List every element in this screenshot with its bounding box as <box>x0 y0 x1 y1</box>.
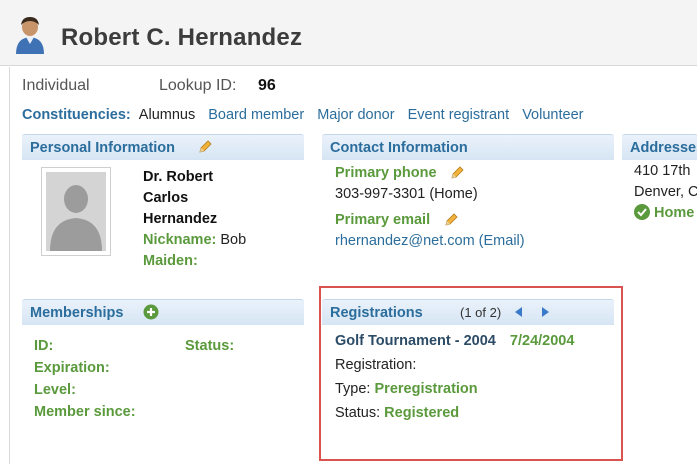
address-line-2: Denver, C <box>634 184 697 200</box>
page-header: Robert C. Hernandez <box>0 0 697 66</box>
primary-phone-label: Primary phone <box>335 165 437 181</box>
membership-level-label: Level: <box>34 382 76 398</box>
nickname-row: Nickname: Bob <box>143 230 246 251</box>
personal-name-block: Dr. Robert Carlos Hernandez Nickname: Bo… <box>143 167 246 272</box>
silhouette-icon <box>46 172 106 251</box>
membership-id-label: ID: <box>34 338 54 354</box>
constituency-board-member[interactable]: Board member <box>208 107 304 123</box>
constituency-major-donor[interactable]: Major donor <box>317 107 394 123</box>
personal-info-header: Personal Information <box>22 134 304 160</box>
profile-photo[interactable] <box>41 167 111 256</box>
nickname-value: Bob <box>220 232 247 248</box>
primary-phone-value: 303-997-3301 (Home) <box>335 186 478 202</box>
registrations-highlight-box <box>319 286 623 461</box>
memberships-fields: ID: Status: Expiration: Level: Member si… <box>34 335 234 423</box>
constituency-event-registrant[interactable]: Event registrant <box>408 107 510 123</box>
add-membership-plus-icon[interactable] <box>143 304 159 320</box>
lookup-id-value: 96 <box>258 77 276 94</box>
check-circle-icon <box>634 204 650 220</box>
primary-email-row: Primary email <box>335 210 525 231</box>
constituencies-row: Constituencies: Alumnus Board member Maj… <box>22 107 592 123</box>
name-line-1: Dr. Robert <box>143 169 214 185</box>
maiden-row: Maiden: <box>143 251 246 272</box>
constituency-alumnus: Alumnus <box>138 107 196 123</box>
constituency-volunteer[interactable]: Volunteer <box>522 107 583 123</box>
contact-info-block: Primary phone 303-997-3301 (Home) Primar… <box>335 163 525 252</box>
addresses-header: Addresses <box>622 134 697 160</box>
addresses-block: 410 17th Denver, C Home <box>634 161 697 224</box>
personal-info-title[interactable]: Personal Information <box>30 140 175 156</box>
edit-pencil-icon[interactable] <box>197 139 213 155</box>
membership-expiration-label: Expiration: <box>34 360 110 376</box>
addresses-title[interactable]: Addresses <box>630 140 697 156</box>
name-line-2: Carlos <box>143 190 189 206</box>
membership-status-label: Status: <box>185 338 235 354</box>
address-type-row: Home <box>634 203 697 224</box>
address-line-1: 410 17th <box>634 163 691 179</box>
maiden-label: Maiden: <box>143 253 198 269</box>
name-line-3: Hernandez <box>143 211 218 227</box>
person-icon <box>16 17 44 54</box>
memberships-header: Memberships <box>22 299 304 325</box>
primary-email-label: Primary email <box>335 212 431 228</box>
memberships-title[interactable]: Memberships <box>30 305 123 321</box>
page-title: Robert C. Hernandez <box>61 24 303 51</box>
edit-email-pencil-icon[interactable] <box>443 212 459 228</box>
nickname-label: Nickname: <box>143 232 217 248</box>
summary-row: Individual Lookup ID: 96 <box>22 77 276 95</box>
contact-info-title[interactable]: Contact Information <box>330 140 468 156</box>
primary-email-value[interactable]: rhernandez@net.com (Email) <box>335 231 525 252</box>
address-type: Home <box>654 205 695 221</box>
contact-info-header: Contact Information <box>322 134 614 160</box>
constituent-type: Individual <box>22 77 90 94</box>
constituencies-label[interactable]: Constituencies: <box>22 107 131 123</box>
membership-since-label: Member since: <box>34 404 136 420</box>
primary-phone-row: Primary phone <box>335 163 525 184</box>
edit-phone-pencil-icon[interactable] <box>449 165 465 181</box>
lookup-id-label: Lookup ID: <box>159 77 237 94</box>
